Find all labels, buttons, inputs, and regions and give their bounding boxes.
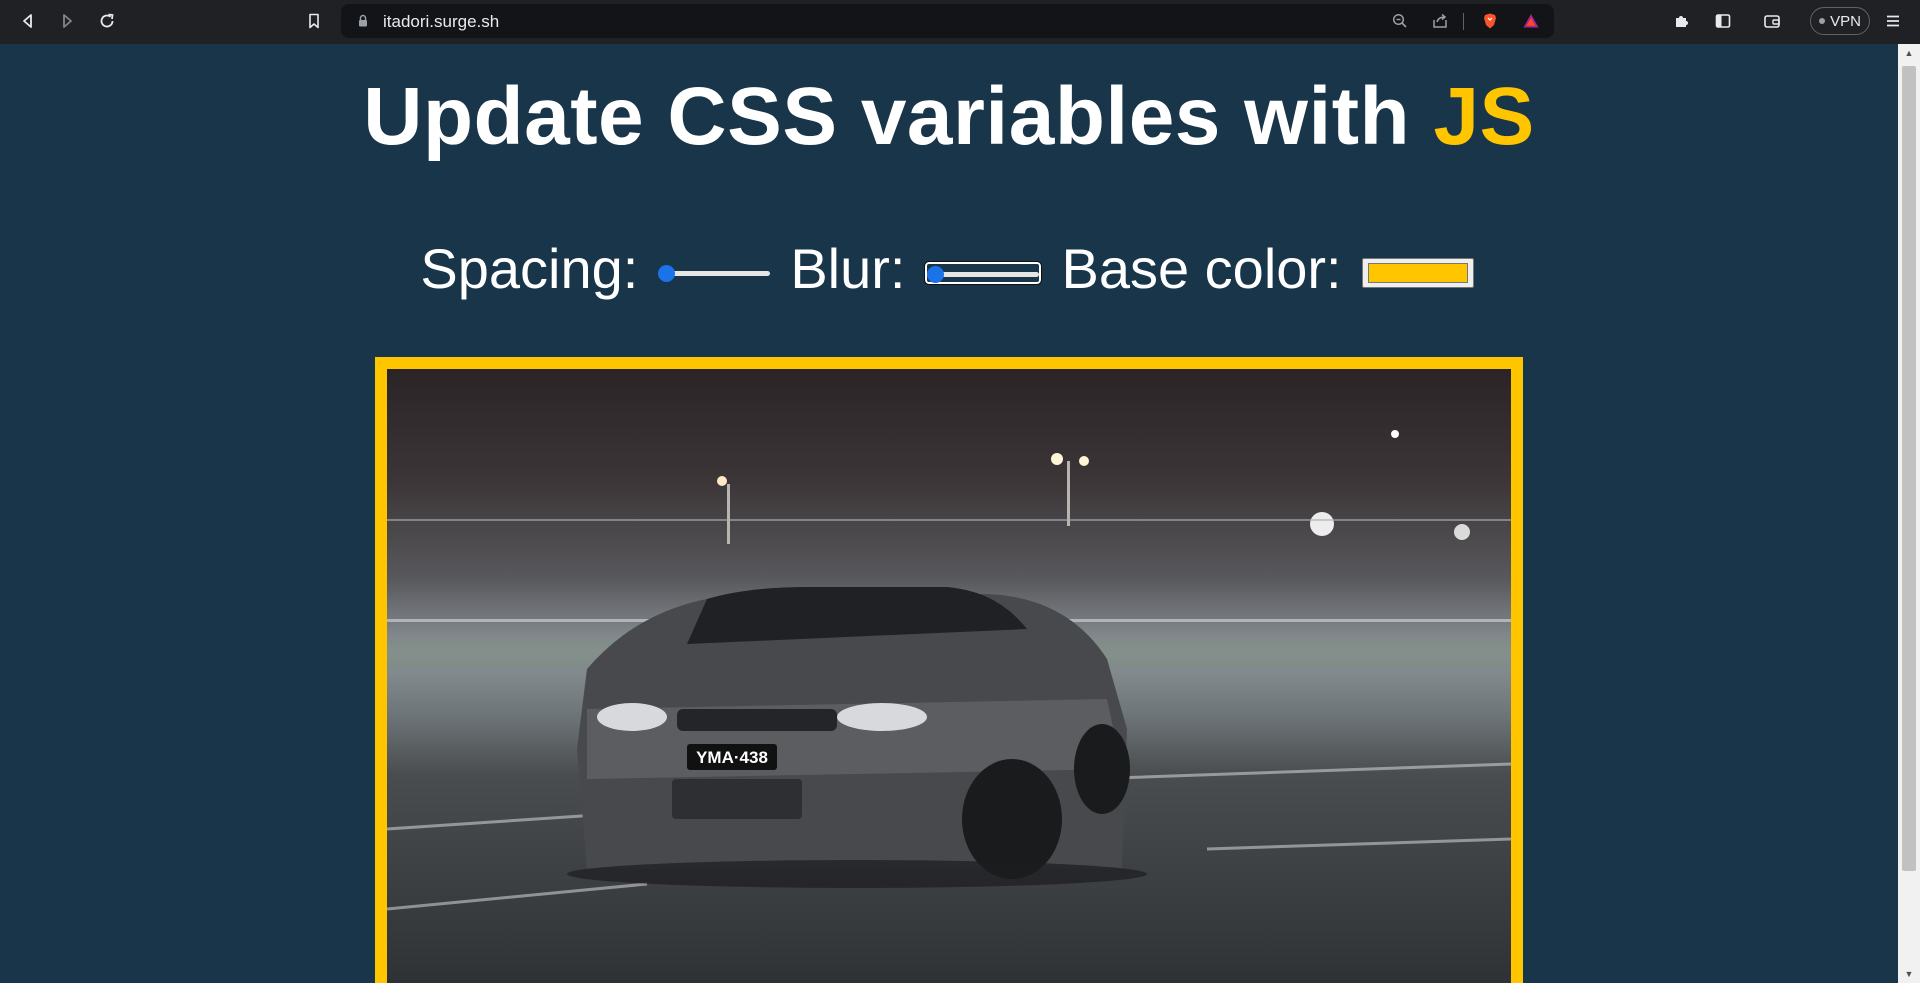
menu-icon[interactable] (1879, 7, 1907, 35)
light (1079, 456, 1089, 466)
zoom-icon[interactable] (1386, 7, 1414, 35)
license-plate-text: YMA·438 (696, 748, 768, 767)
share-icon[interactable] (1426, 7, 1454, 35)
back-icon[interactable] (14, 7, 42, 35)
spacing-label: Spacing: (420, 237, 639, 300)
browser-toolbar: itadori.surge.sh VPN (0, 0, 1920, 44)
page-scrollbar[interactable]: ▲ ▼ (1898, 44, 1920, 983)
page-title: Update CSS variables with JS (0, 70, 1898, 164)
vpn-label: VPN (1830, 12, 1861, 30)
url-text: itadori.surge.sh (383, 12, 500, 31)
car-grille (677, 709, 837, 731)
vpn-status-dot (1819, 18, 1826, 24)
lock-icon[interactable] (349, 7, 377, 35)
sidebar-icon[interactable] (1709, 7, 1737, 35)
controls-row: Spacing: Blur: Base color: (0, 236, 1898, 301)
base-color-picker[interactable] (1361, 257, 1474, 288)
headlight (597, 703, 667, 731)
car-shadow (567, 860, 1147, 888)
title-highlight: JS (1433, 71, 1535, 162)
blur-slider[interactable] (924, 260, 1043, 285)
rear-wheel (1074, 724, 1130, 814)
scroll-up-arrow-icon[interactable]: ▲ (1898, 44, 1920, 62)
light (1454, 524, 1470, 540)
vpn-button[interactable]: VPN (1810, 7, 1870, 35)
extensions-icon[interactable] (1668, 7, 1696, 35)
blur-slider-thumb[interactable] (927, 265, 945, 283)
reload-icon[interactable] (93, 7, 121, 35)
scroll-down-arrow-icon[interactable]: ▼ (1898, 965, 1920, 983)
wallet-icon[interactable] (1758, 7, 1786, 35)
light (1051, 453, 1063, 465)
divider (1463, 13, 1464, 30)
light (1310, 512, 1334, 536)
title-main: Update CSS variables with (363, 71, 1434, 162)
light-pole (727, 484, 730, 544)
light (717, 476, 727, 486)
forward-icon[interactable] (53, 7, 81, 35)
brave-shield-icon[interactable] (1476, 7, 1504, 35)
scrollbar-thumb[interactable] (1902, 66, 1916, 871)
headlight (837, 703, 927, 731)
car-photo-illustration: YMA·438 (387, 430, 1511, 911)
fence-rail (387, 519, 1511, 521)
base-color-label: Base color: (1061, 237, 1342, 300)
light (1391, 430, 1399, 438)
car-photo: YMA·438 (387, 369, 1511, 983)
photo-frame: YMA·438 (375, 357, 1523, 983)
front-wheel (962, 759, 1062, 879)
brave-rewards-icon[interactable] (1517, 7, 1545, 35)
base-color-swatch (1367, 262, 1468, 283)
spacing-slider-thumb[interactable] (658, 264, 676, 282)
address-bar[interactable]: itadori.surge.sh (341, 4, 1554, 38)
blur-slider-track (927, 271, 1040, 277)
spacing-slider[interactable] (658, 263, 771, 283)
light-pole (1067, 461, 1070, 526)
bookmark-icon[interactable] (300, 7, 328, 35)
blur-label: Blur: (790, 237, 906, 300)
spacing-slider-track (658, 270, 771, 276)
car-intake (672, 779, 802, 819)
